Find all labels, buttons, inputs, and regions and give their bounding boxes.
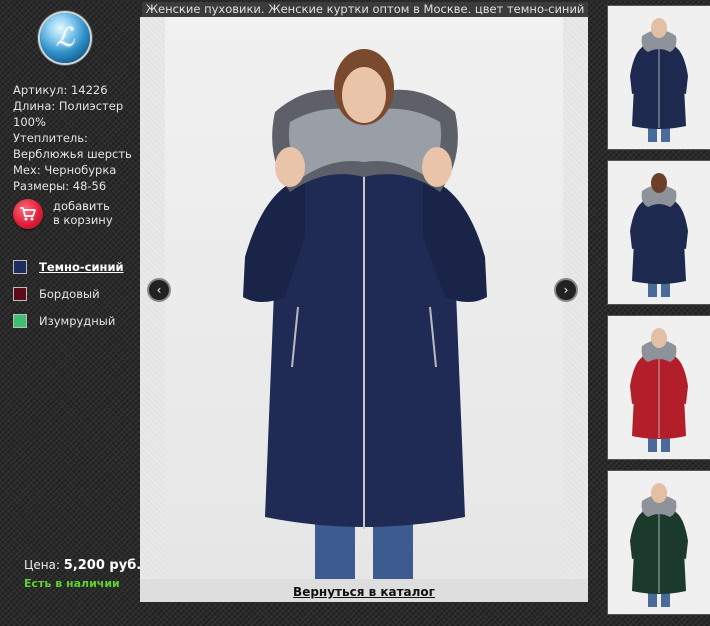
site-logo[interactable]: ℒ [40, 13, 90, 63]
spec-sizes: Размеры: 48-56 [13, 179, 107, 193]
color-label[interactable]: Темно-синий [39, 260, 124, 274]
back-to-catalog-link[interactable]: Вернуться в каталог [293, 585, 435, 599]
thumbnail-2[interactable] [608, 161, 710, 304]
spec-insulation: Утеплитель: [13, 131, 88, 145]
chevron-right-icon: › [563, 283, 569, 297]
color-label[interactable]: Изумрудный [39, 314, 115, 328]
color-options: Темно-синий Бордовый Изумрудный [13, 258, 124, 339]
thumbnail-1[interactable] [608, 6, 710, 149]
price: Цена: 5,200 руб. [24, 558, 141, 573]
color-option-burgundy[interactable]: Бордовый [13, 285, 124, 302]
spec-insulation-value: Верблюжья шерсть [13, 147, 132, 161]
color-label[interactable]: Бордовый [39, 287, 100, 301]
page-title: Женские пуховики. Женские куртки оптом в… [142, 2, 588, 17]
color-option-emerald[interactable]: Изумрудный [13, 312, 124, 329]
color-swatch [13, 313, 27, 328]
main-image-frame: ‹ › [140, 17, 588, 579]
stock-status: Есть в наличии [24, 577, 120, 590]
color-swatch [13, 286, 27, 301]
color-swatch [13, 259, 27, 274]
chevron-left-icon: ‹ [156, 283, 162, 297]
next-image-button[interactable]: › [556, 280, 576, 300]
thumbnail-strip [608, 6, 710, 626]
prev-image-button[interactable]: ‹ [149, 280, 169, 300]
shopping-cart-icon [13, 199, 43, 229]
color-option-dark-blue[interactable]: Темно-синий [13, 258, 124, 275]
spec-fur: Мех: Чернобурка [13, 163, 117, 177]
spec-article: Артикул: 14226 [13, 83, 108, 97]
spec-length: Длина: Полиэстер [13, 99, 124, 113]
thumbnail-3[interactable] [608, 316, 710, 459]
add-to-cart-label: добавить в корзину [53, 199, 113, 227]
main-product-photo [165, 17, 563, 579]
add-to-cart-button[interactable]: добавить в корзину [13, 199, 113, 229]
back-bar: Вернуться в каталог [140, 579, 588, 602]
logo-monogram-icon: ℒ [55, 23, 75, 53]
spec-length-cont: 100% [13, 115, 46, 129]
product-specs: Артикул: 14226 Длина: Полиэстер 100% Уте… [13, 82, 138, 194]
thumbnail-4[interactable] [608, 471, 710, 614]
price-label: Цена: [24, 558, 60, 572]
price-value: 5,200 руб. [63, 558, 142, 573]
